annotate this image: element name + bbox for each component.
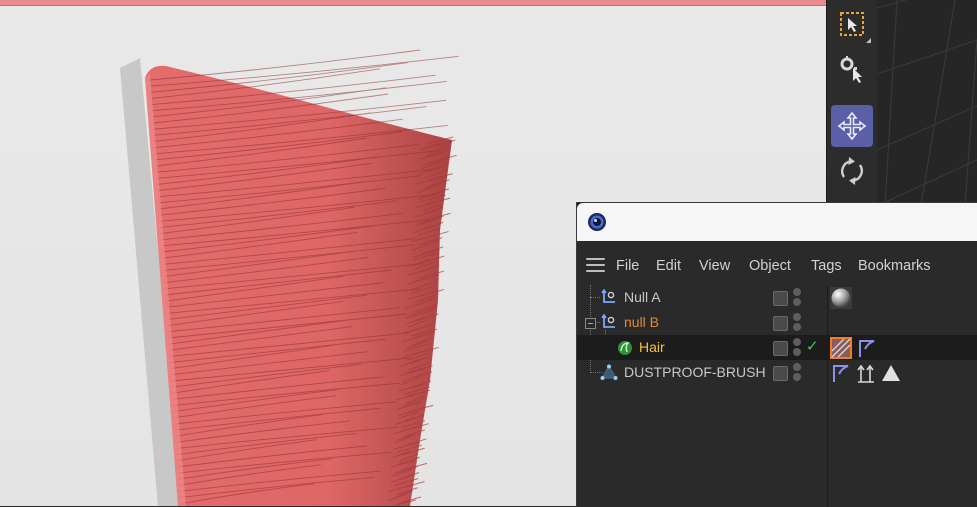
phong-tag-icon[interactable]	[830, 362, 852, 384]
edit-layer-icon[interactable]	[773, 366, 788, 381]
visibility-dots[interactable]	[793, 337, 801, 357]
menu-file[interactable]: File	[616, 258, 639, 274]
enabled-check-icon[interactable]: ✓	[806, 337, 819, 355]
menu-object[interactable]: Object	[749, 258, 791, 274]
edit-layer-icon[interactable]	[773, 341, 788, 356]
object-name[interactable]: DUSTPROOF-BRUSH	[624, 365, 766, 380]
phong-tag-icon[interactable]	[856, 337, 878, 359]
object-name[interactable]: Null A	[624, 290, 661, 305]
hair-icon	[618, 341, 632, 355]
hair-material-tag-icon[interactable]	[830, 337, 852, 359]
perspective-grid	[877, 0, 977, 206]
edit-layer-icon[interactable]	[773, 291, 788, 306]
menu-bookmarks[interactable]: Bookmarks	[858, 258, 931, 274]
window-titlebar[interactable]	[577, 203, 977, 241]
null-icon	[601, 314, 615, 328]
live-selection-icon[interactable]	[831, 48, 873, 90]
menu-edit[interactable]: Edit	[656, 258, 681, 274]
object-name[interactable]: null B	[624, 315, 659, 330]
null-icon	[601, 289, 615, 303]
hamburger-menu-icon[interactable]	[586, 258, 605, 272]
object-name[interactable]: Hair	[639, 340, 665, 355]
polygon-object-icon	[600, 364, 618, 380]
object-row-hair[interactable]: Hair ✓	[577, 335, 977, 360]
object-manager-window: File Edit View Object Tags Bookmarks Nul…	[576, 202, 977, 507]
material-tag-sphere-icon[interactable]	[830, 287, 852, 309]
normal-tag-icon[interactable]	[855, 362, 877, 384]
menu-tags[interactable]: Tags	[811, 258, 842, 274]
move-icon[interactable]	[831, 105, 873, 147]
collapse-toggle[interactable]	[585, 318, 596, 329]
secondary-viewport[interactable]	[877, 0, 977, 206]
visibility-dots[interactable]	[793, 287, 801, 307]
polygon-selection-tag-icon[interactable]	[880, 362, 902, 384]
object-row-null-a[interactable]: Null A	[577, 285, 977, 310]
object-row-null-b[interactable]: null B	[577, 310, 977, 335]
visibility-dots[interactable]	[793, 312, 801, 332]
menu-view[interactable]: View	[699, 258, 730, 274]
edit-layer-icon[interactable]	[773, 316, 788, 331]
menu-bar: File Edit View Object Tags Bookmarks	[577, 241, 977, 286]
select-rect-icon[interactable]	[831, 3, 873, 45]
cinema4d-app-icon	[588, 213, 606, 231]
rotate-icon[interactable]	[831, 150, 873, 192]
visibility-dots[interactable]	[793, 362, 801, 382]
object-list: Null A null B Hair ✓ DUSTPROOF-BRUSH	[577, 285, 977, 507]
object-row-dustproof-brush[interactable]: DUSTPROOF-BRUSH	[577, 360, 977, 385]
